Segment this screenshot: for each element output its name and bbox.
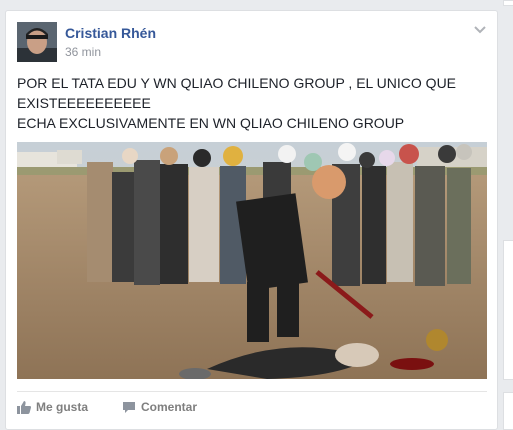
comment-label: Comentar xyxy=(141,400,198,414)
post-text: POR EL TATA EDU Y WN QLIAO CHILENO GROUP… xyxy=(17,73,487,133)
post-text-line: POR EL TATA EDU Y WN QLIAO CHILENO GROUP… xyxy=(17,75,457,91)
comment-button[interactable]: Comentar xyxy=(122,400,197,414)
post-text-line: ECHA EXCLUSIVAMENTE EN WN QLIAO CHILENO … xyxy=(17,115,405,131)
like-label: Me gusta xyxy=(36,400,89,414)
feed-post: Cristian Rhén 36 min POR EL TATA EDU Y W… xyxy=(5,10,498,430)
post-photo[interactable] xyxy=(17,142,487,379)
adjacent-card-middle xyxy=(503,240,513,380)
adjacent-card-top xyxy=(503,0,513,6)
avatar[interactable] xyxy=(17,22,57,62)
avatar-image xyxy=(17,22,57,62)
post-text-line: EXISTEEEEEEEEEE xyxy=(17,95,151,111)
thumbs-up-icon xyxy=(17,400,31,414)
adjacent-card-bottom xyxy=(503,392,513,430)
like-button[interactable]: Me gusta xyxy=(17,400,88,414)
right-column-edge xyxy=(503,0,513,430)
chevron-down-icon[interactable] xyxy=(473,22,487,34)
post-actions-bar: Me gusta Comentar xyxy=(17,391,487,422)
comment-icon xyxy=(123,401,135,413)
author-name-link[interactable]: Cristian Rhén xyxy=(65,25,156,41)
photo-image xyxy=(17,142,487,379)
post-timestamp[interactable]: 36 min xyxy=(65,45,101,59)
